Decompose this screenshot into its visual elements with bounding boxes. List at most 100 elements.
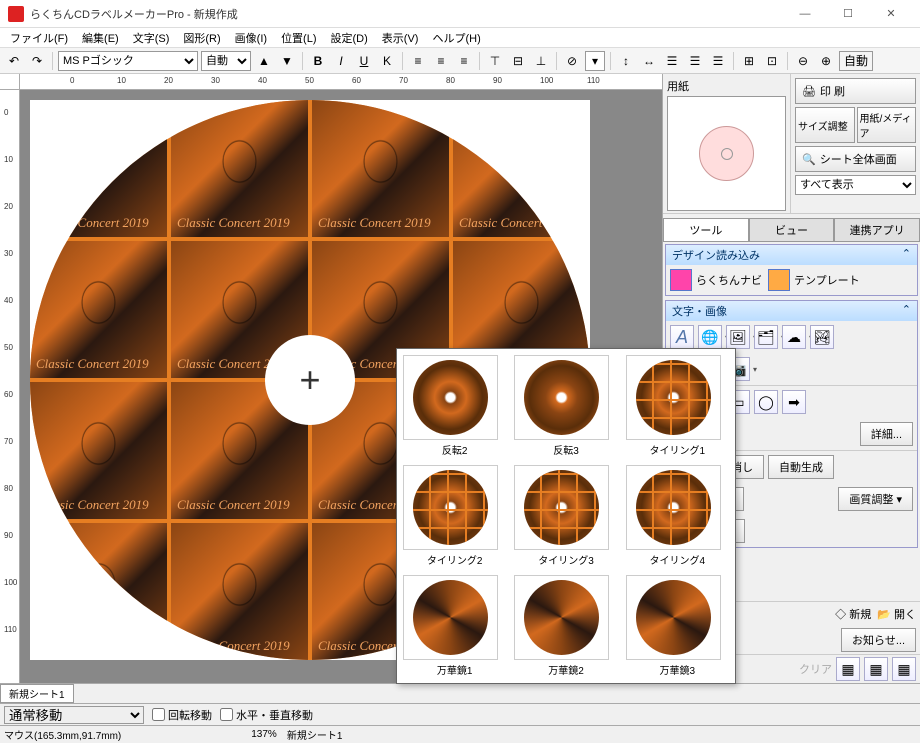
detail-button[interactable]: 詳細...	[860, 422, 913, 446]
hv-move-check[interactable]: 水平・垂直移動	[220, 707, 313, 723]
minimize-button[interactable]: —	[784, 2, 826, 26]
section-design-header[interactable]: デザイン読み込み⌃	[666, 245, 917, 265]
tile: Classic Concert 2019	[30, 100, 167, 237]
disc-center-hole: +	[265, 335, 355, 425]
maximize-button[interactable]: ☐	[827, 2, 869, 26]
image-tool-icon[interactable]: 🖼	[726, 325, 750, 349]
bold-button[interactable]: B	[308, 51, 328, 71]
zoom-out-button[interactable]: ⊖	[793, 51, 813, 71]
effect-item[interactable]: 万華鏡1	[403, 575, 506, 677]
effect-item[interactable]: 万華鏡3	[626, 575, 729, 677]
size-down-button[interactable]: ▼	[277, 51, 297, 71]
section-text-header[interactable]: 文字・画像⌃	[666, 301, 917, 321]
valign-top-button[interactable]: ⊤	[485, 51, 505, 71]
effect-item[interactable]: タイリング4	[626, 465, 729, 567]
app-icon	[8, 6, 24, 22]
zoom-level: 137%	[251, 729, 277, 740]
tile: Classic Concert 2019	[453, 100, 590, 237]
paper-preview[interactable]	[667, 96, 786, 211]
color-button[interactable]: ▾	[585, 51, 605, 71]
sheet-full-button[interactable]: 🔍 シート全体画面	[795, 146, 916, 172]
clear-button[interactable]: クリア	[799, 661, 832, 677]
display-select[interactable]: すべて表示	[795, 175, 916, 195]
menu-file[interactable]: ファイル(F)	[4, 28, 74, 48]
quality-button[interactable]: 画質調整 ▾	[838, 487, 913, 511]
landscape-tool-icon[interactable]: 🏞	[810, 325, 834, 349]
snap-button[interactable]: ⊡	[762, 51, 782, 71]
effect-item[interactable]: タイリング1	[626, 355, 729, 457]
effect-popup: 反転2 反転3 タイリング1 タイリング2 タイリング3 タイリング4 万華鏡1…	[396, 348, 736, 684]
strike-button[interactable]: K	[377, 51, 397, 71]
menu-text[interactable]: 文字(S)	[127, 28, 176, 48]
zoom-auto-button[interactable]: 自動	[839, 51, 873, 71]
menu-position[interactable]: 位置(L)	[275, 28, 322, 48]
effect-item[interactable]: タイリング3	[514, 465, 617, 567]
gallery-tool-icon[interactable]: 🗂	[754, 325, 778, 349]
size-adjust-button[interactable]: サイズ調整	[795, 107, 855, 143]
open-button[interactable]: 開く	[894, 609, 916, 621]
tab-tool[interactable]: ツール	[663, 218, 749, 241]
move-mode-select[interactable]: 通常移動	[4, 706, 144, 724]
template-button[interactable]: テンプレート	[768, 269, 860, 291]
lines2-button[interactable]: ☰	[685, 51, 705, 71]
valign-bottom-button[interactable]: ⊥	[531, 51, 551, 71]
toolbar: ↶ ↷ MS Pゴシック 自動 ▲ ▼ B I U K ≡ ≡ ≡ ⊤ ⊟ ⊥ …	[0, 48, 920, 74]
align-right-button[interactable]: ≡	[454, 51, 474, 71]
lines1-button[interactable]: ☰	[662, 51, 682, 71]
vtext-button[interactable]: ↕	[616, 51, 636, 71]
ruler-corner	[0, 74, 20, 90]
paper-media-button[interactable]: 用紙/メディア	[857, 107, 917, 143]
effect-item[interactable]: タイリング2	[403, 465, 506, 567]
italic-button[interactable]: I	[331, 51, 351, 71]
effect-item[interactable]: 反転2	[403, 355, 506, 457]
htext-button[interactable]: ↔	[639, 51, 659, 71]
menu-edit[interactable]: 編集(E)	[76, 28, 125, 48]
grid-button[interactable]: ⊞	[739, 51, 759, 71]
align-left-button[interactable]: ≡	[408, 51, 428, 71]
tab-view[interactable]: ビュー	[749, 218, 835, 241]
circle-tool-icon[interactable]: ◯	[754, 390, 778, 414]
tile: Classic Concert 2019	[30, 523, 167, 660]
effect-item[interactable]: 反転3	[514, 355, 617, 457]
autogen-button[interactable]: 自動生成	[768, 455, 834, 479]
close-button[interactable]: ✕	[870, 2, 912, 26]
lines3-button[interactable]: ☰	[708, 51, 728, 71]
notice-button[interactable]: お知らせ...	[841, 628, 916, 652]
tile: Classic Concert 2019	[171, 523, 308, 660]
valign-middle-button[interactable]: ⊟	[508, 51, 528, 71]
navi-button[interactable]: らくちんナビ	[670, 269, 762, 291]
arrow-tool-icon[interactable]: ➡	[782, 390, 806, 414]
sheet-tab[interactable]: 新規シート1	[0, 684, 74, 703]
menu-settings[interactable]: 設定(D)	[325, 28, 374, 48]
size-select[interactable]: 自動	[201, 51, 251, 71]
menu-view[interactable]: 表示(V)	[376, 28, 425, 48]
rotate-move-check[interactable]: 回転移動	[152, 707, 212, 723]
undo-button[interactable]: ↶	[4, 51, 24, 71]
size-up-button[interactable]: ▲	[254, 51, 274, 71]
menu-help[interactable]: ヘルプ(H)	[426, 28, 486, 48]
menubar: ファイル(F) 編集(E) 文字(S) 図形(R) 画像(I) 位置(L) 設定…	[0, 28, 920, 48]
redo-button[interactable]: ↷	[27, 51, 47, 71]
menu-image[interactable]: 画像(I)	[229, 28, 273, 48]
tab-app[interactable]: 連携アプリ	[834, 218, 920, 241]
effect-item[interactable]: 万華鏡2	[514, 575, 617, 677]
tile: Classic Concert 2019	[312, 100, 449, 237]
layer2-icon[interactable]: ▦	[864, 657, 888, 681]
underline-button[interactable]: U	[354, 51, 374, 71]
layer3-icon[interactable]: ▦	[892, 657, 916, 681]
cloud-tool-icon[interactable]: ☁	[782, 325, 806, 349]
font-select[interactable]: MS Pゴシック	[58, 51, 198, 71]
globe-tool-icon[interactable]: 🌐	[698, 325, 722, 349]
current-sheet: 新規シート1	[287, 727, 343, 742]
paper-label: 用紙	[667, 78, 786, 94]
menu-shape[interactable]: 図形(R)	[177, 28, 226, 48]
print-button[interactable]: 🖨 印 刷	[795, 78, 916, 104]
text-tool-icon[interactable]: A	[670, 325, 694, 349]
tile: Classic Concert 2019	[171, 100, 308, 237]
tile: Classic Concert 2019	[30, 241, 167, 378]
link-button[interactable]: ⊘	[562, 51, 582, 71]
layer1-icon[interactable]: ▦	[836, 657, 860, 681]
new-button[interactable]: 新規	[849, 609, 871, 621]
align-center-button[interactable]: ≡	[431, 51, 451, 71]
zoom-in-button[interactable]: ⊕	[816, 51, 836, 71]
